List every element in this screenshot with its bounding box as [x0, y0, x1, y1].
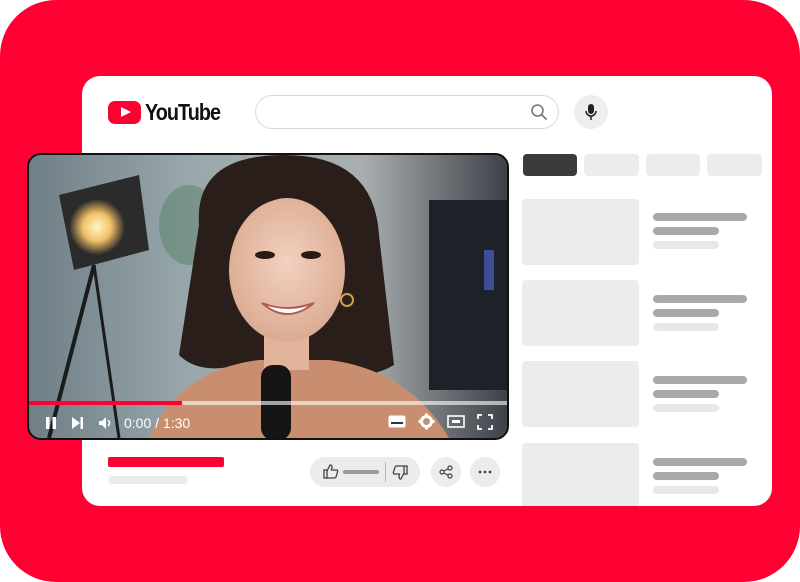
- brand-name: YouTube: [145, 99, 221, 125]
- volume-icon[interactable]: [98, 416, 114, 430]
- like-count-placeholder: [343, 470, 379, 474]
- search-icon[interactable]: [530, 103, 548, 121]
- voice-search-button[interactable]: [574, 95, 608, 129]
- gear-icon[interactable]: [418, 413, 435, 430]
- recommended-title-placeholder: [653, 309, 719, 317]
- share-button[interactable]: [431, 457, 461, 487]
- recommended-title-placeholder: [653, 458, 747, 466]
- recommended-title-placeholder: [653, 213, 747, 221]
- recommended-meta-placeholder: [653, 404, 719, 412]
- search-box[interactable]: [255, 95, 559, 129]
- next-icon[interactable]: [71, 416, 84, 430]
- thumbs-down-icon[interactable]: [392, 465, 408, 485]
- player-controls: 0:00 / 1:30: [29, 405, 507, 438]
- thumbs-up-icon[interactable]: [323, 464, 339, 484]
- filter-chip[interactable]: [707, 154, 762, 176]
- recommended-title-placeholder: [653, 227, 719, 235]
- youtube-logo[interactable]: YouTube: [108, 99, 232, 126]
- theater-mode-icon[interactable]: [447, 415, 465, 428]
- like-dislike-group: [310, 457, 420, 487]
- channel-name-placeholder: [108, 476, 188, 484]
- pause-icon[interactable]: [45, 416, 57, 430]
- video-player[interactable]: 0:00 / 1:30: [27, 153, 509, 440]
- filter-chip[interactable]: [584, 154, 639, 176]
- more-icon: [478, 470, 492, 474]
- more-button[interactable]: [470, 457, 500, 487]
- recommended-title-placeholder: [653, 376, 747, 384]
- recommended-title-placeholder: [653, 472, 719, 480]
- recommended-meta-placeholder: [653, 486, 719, 494]
- video-frame: [29, 155, 507, 438]
- recommended-meta-placeholder: [653, 241, 719, 249]
- recommended-thumbnail[interactable]: [522, 443, 639, 506]
- recommended-thumbnail[interactable]: [522, 280, 639, 346]
- captions-icon[interactable]: [388, 415, 406, 428]
- recommended-meta-placeholder: [653, 323, 719, 331]
- recommended-thumbnail[interactable]: [522, 361, 639, 427]
- like-divider: [385, 462, 386, 482]
- recommended-title-placeholder: [653, 295, 747, 303]
- share-icon: [439, 465, 453, 479]
- time-display: 0:00 / 1:30: [124, 414, 191, 431]
- video-title-placeholder: [108, 457, 224, 467]
- fullscreen-icon[interactable]: [477, 413, 493, 430]
- filter-chip[interactable]: [646, 154, 700, 176]
- youtube-play-logo-icon: [108, 101, 141, 124]
- recommended-thumbnail[interactable]: [522, 199, 639, 265]
- filter-chip-active[interactable]: [523, 154, 577, 176]
- recommended-title-placeholder: [653, 390, 719, 398]
- microphone-icon: [585, 104, 597, 120]
- search-input[interactable]: [270, 102, 524, 124]
